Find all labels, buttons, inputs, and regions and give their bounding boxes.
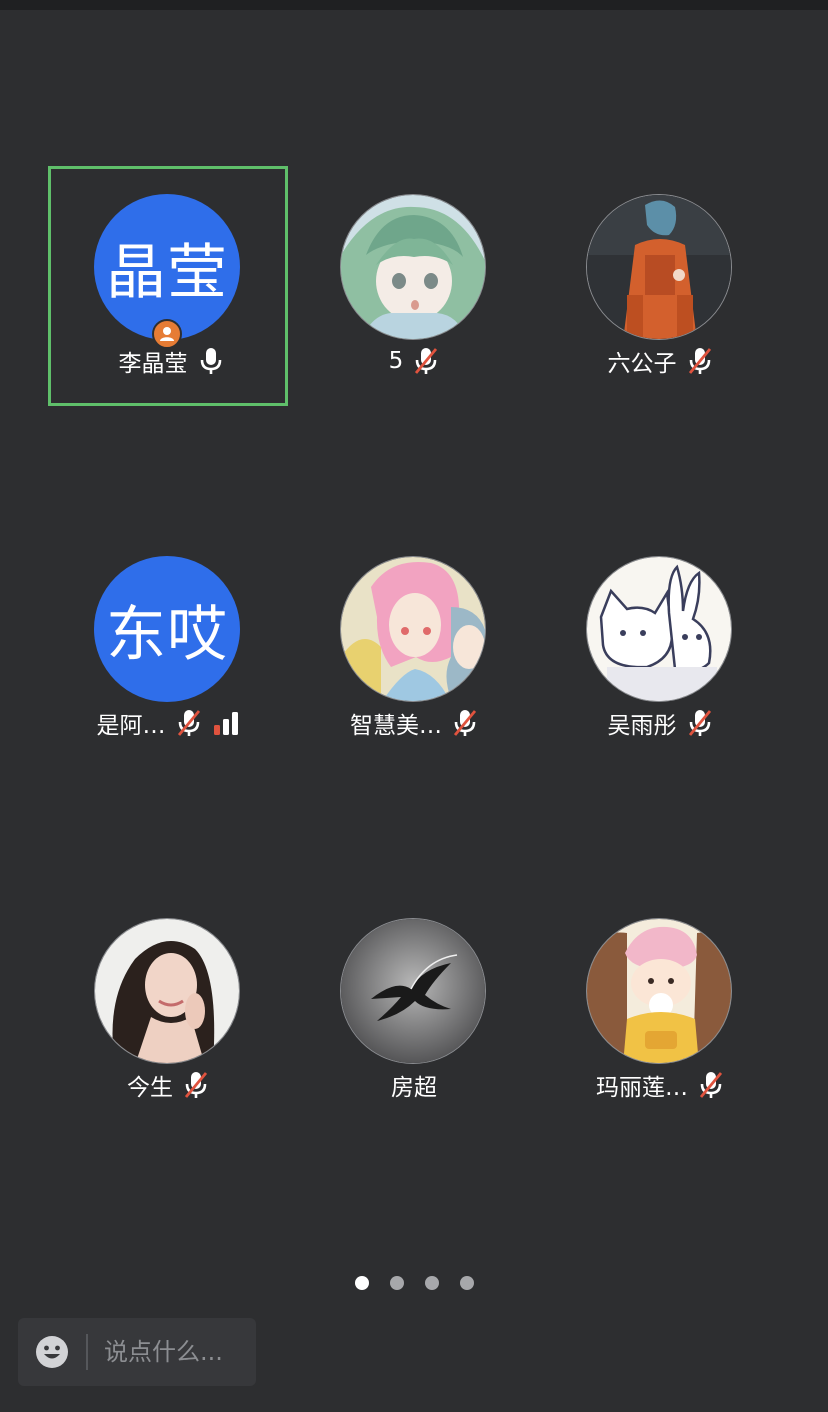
weak-signal-icon (213, 712, 238, 735)
participant-name: 是阿… (96, 713, 166, 739)
chat-bar (18, 1318, 256, 1386)
participant-name: 房超 (391, 1075, 437, 1101)
participant-name: 六公子 (607, 351, 677, 377)
mic-muted-icon (184, 1072, 208, 1098)
mic-muted-icon (688, 348, 711, 374)
participant-name: 玛丽莲… (596, 1075, 688, 1101)
participant-tile-7[interactable]: 今生 (48, 890, 288, 1130)
page-dot-1[interactable] (354, 1276, 369, 1290)
mic-muted-icon (688, 710, 711, 736)
mic-muted-icon (699, 1072, 723, 1098)
participant-name: 吴雨彤 (607, 713, 677, 739)
participant-name-row: 智慧美… (294, 706, 534, 740)
mic-on-icon (200, 348, 221, 374)
participant-tile-8[interactable]: 房超 (294, 890, 534, 1130)
smiley-icon (36, 1336, 68, 1368)
anime-girl-avatar (340, 194, 486, 340)
page-dot-4[interactable] (459, 1276, 474, 1290)
participant-grid: 晶莹 李晶莹 5 六公子 东哎 是阿… 智慧美… 吴雨彤 今生 房超 玛丽莲… (0, 0, 828, 1412)
avatar-initials: 晶莹 (106, 237, 228, 308)
participant-name: 5 (388, 348, 404, 374)
participant-name-row: 玛丽莲… (540, 1068, 780, 1102)
participant-tile-4[interactable]: 东哎 是阿… (48, 528, 288, 768)
participant-tile-3[interactable]: 六公子 (540, 166, 780, 406)
participant-name: 今生 (127, 1075, 173, 1101)
participant-tile-6[interactable]: 吴雨彤 (540, 528, 780, 768)
participant-tile-5[interactable]: 智慧美… (294, 528, 534, 768)
participant-name-row: 吴雨彤 (540, 706, 780, 740)
mic-muted-icon (177, 710, 200, 736)
cat-rabbit-avatar (586, 556, 732, 702)
page-dot-3[interactable] (424, 1276, 439, 1290)
page-dot-2[interactable] (389, 1276, 404, 1290)
cartoon-women-avatar (340, 556, 486, 702)
meeting-app: 晶莹 李晶莹 5 六公子 东哎 是阿… 智慧美… 吴雨彤 今生 房超 玛丽莲… … (0, 0, 828, 1412)
bird-avatar (340, 918, 486, 1064)
participant-tile-1[interactable]: 晶莹 李晶莹 (48, 166, 288, 406)
participant-name-row: 5 (294, 344, 534, 378)
astronaut-avatar (586, 194, 732, 340)
chat-input[interactable] (88, 1318, 256, 1386)
participant-tile-9[interactable]: 玛丽莲… (540, 890, 780, 1130)
participant-tile-2[interactable]: 5 (294, 166, 534, 406)
participant-name-row: 六公子 (540, 344, 780, 378)
participant-name-row: 是阿… (48, 706, 288, 740)
participant-name: 智慧美… (350, 713, 442, 739)
emoji-button[interactable] (18, 1318, 86, 1386)
mic-muted-icon (453, 710, 477, 736)
woman-photo-avatar (94, 918, 240, 1064)
mic-muted-icon (415, 348, 438, 374)
participant-name-row: 今生 (48, 1068, 288, 1102)
participant-name-row: 房超 (294, 1068, 534, 1102)
avatar-initials: 东哎 (106, 599, 228, 670)
participant-name-row: 李晶莹 (51, 344, 291, 378)
participant-name: 李晶莹 (118, 351, 188, 377)
avatar: 东哎 (94, 556, 240, 702)
cartoon-bear-avatar (586, 918, 732, 1064)
page-indicator[interactable] (0, 1276, 828, 1292)
